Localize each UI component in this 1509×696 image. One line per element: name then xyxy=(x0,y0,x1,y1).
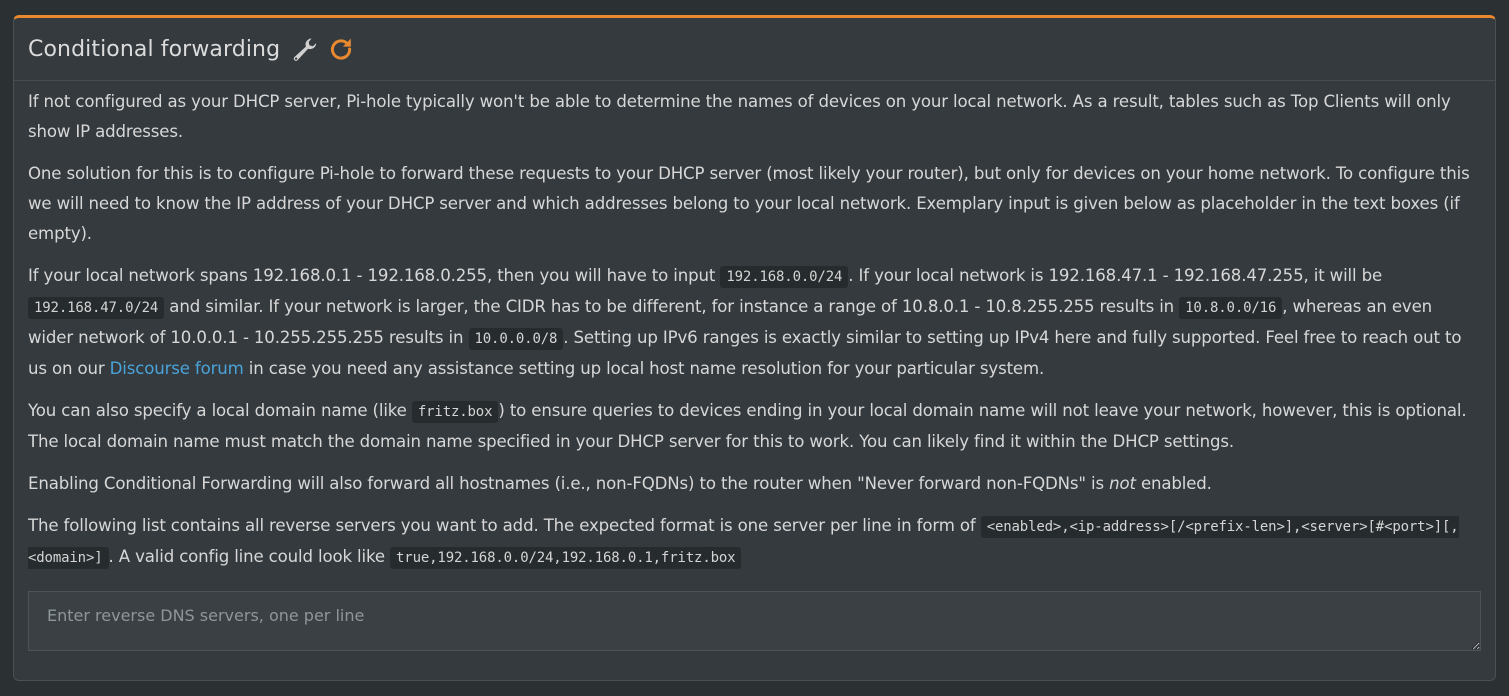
card-body: If not configured as your DHCP server, P… xyxy=(14,81,1495,655)
text: The following list contains all reverse … xyxy=(28,516,981,535)
discourse-forum-link[interactable]: Discourse forum xyxy=(110,359,244,378)
refresh-icon[interactable] xyxy=(328,36,354,62)
conditional-forwarding-card: Conditional forwarding If not configured… xyxy=(13,15,1496,681)
code-snippet: 192.168.47.0/24 xyxy=(28,297,165,319)
text: and similar. If your network is larger, … xyxy=(164,297,1180,316)
intro-paragraph: If not configured as your DHCP server, P… xyxy=(28,92,1451,141)
text: . A valid config line could look like xyxy=(108,547,391,566)
text: . If your local network is 192.168.47.1 … xyxy=(848,266,1383,285)
code-snippet: 10.8.0.0/16 xyxy=(1179,297,1283,319)
code-snippet: true,192.168.0.0/24,192.168.0.1,fritz.bo… xyxy=(390,547,742,569)
card-title: Conditional forwarding xyxy=(28,36,281,62)
text: If your local network spans 192.168.0.1 … xyxy=(28,266,721,285)
domain-paragraph: You can also specify a local domain name… xyxy=(28,396,1481,457)
solution-paragraph: One solution for this is to configure Pi… xyxy=(28,164,1470,243)
card-header: Conditional forwarding xyxy=(14,18,1495,81)
cidr-paragraph: If your local network spans 192.168.0.1 … xyxy=(28,261,1481,384)
emphasis: not xyxy=(1109,474,1136,493)
fqdn-paragraph: Enabling Conditional Forwarding will als… xyxy=(28,469,1481,499)
text: You can also specify a local domain name… xyxy=(28,401,412,420)
text: in case you need any assistance setting … xyxy=(243,359,1045,378)
format-paragraph: The following list contains all reverse … xyxy=(28,511,1481,573)
text: Enabling Conditional Forwarding will als… xyxy=(28,474,1110,493)
code-snippet: 192.168.0.0/24 xyxy=(720,266,849,288)
text: enabled. xyxy=(1135,474,1212,493)
wrench-icon xyxy=(290,36,318,62)
code-snippet: fritz.box xyxy=(411,401,499,423)
code-snippet: 10.0.0.0/8 xyxy=(468,328,564,350)
reverse-servers-input[interactable] xyxy=(28,591,1481,651)
